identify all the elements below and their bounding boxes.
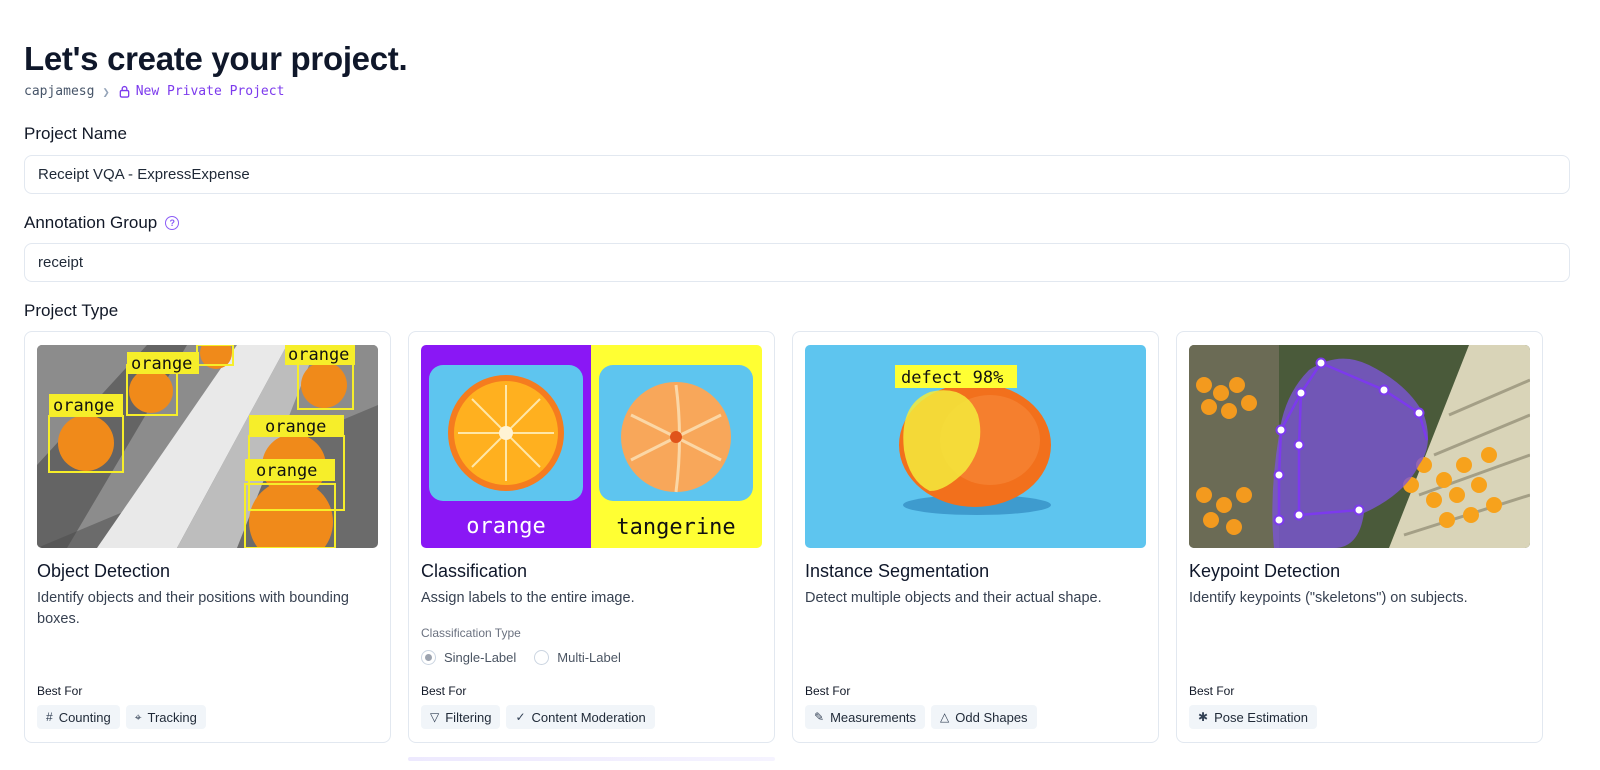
box-label: orange <box>265 417 326 437</box>
annotation-group-input[interactable] <box>24 243 1570 282</box>
card-object-detection[interactable]: orange orange orange orange orange Objec… <box>24 331 391 743</box>
chevron-right-icon: ❯ <box>102 84 110 99</box>
person-running-icon: ✱ <box>1198 710 1209 724</box>
lock-icon <box>119 85 130 98</box>
best-for-label: Best For <box>37 684 83 698</box>
tracking-icon: ⌖ <box>134 709 142 724</box>
tag-list: ▽ Filtering ✓ Content Moderation <box>421 705 655 729</box>
box-label: orange <box>131 354 192 374</box>
box-label: orange <box>53 396 114 416</box>
project-name-input[interactable] <box>24 155 1570 194</box>
breadcrumb-owner[interactable]: capjamesg <box>24 84 94 99</box>
tag-odd-shapes: △ Odd Shapes <box>931 705 1037 729</box>
card-description: Detect multiple objects and their actual… <box>805 590 1102 606</box>
tag-tracking: ⌖ Tracking <box>125 705 206 729</box>
box-label: orange <box>288 345 349 365</box>
best-for-label: Best For <box>1189 684 1235 698</box>
object-detection-image: orange orange orange orange orange <box>37 345 378 548</box>
project-type-label: Project Type <box>24 301 119 320</box>
classification-type-label: Classification Type <box>421 626 521 640</box>
breadcrumb-project: New Private Project <box>118 84 285 99</box>
tag-label: Odd Shapes <box>955 709 1028 725</box>
tag-content-moderation: ✓ Content Moderation <box>506 705 655 729</box>
tag-label: Measurements <box>830 709 917 725</box>
help-icon[interactable]: ? <box>165 216 180 230</box>
project-name-label: Project Name <box>24 124 127 143</box>
classification-type-radio-group: Single-Label Multi-Label <box>421 650 621 665</box>
radio-multi-label[interactable]: Multi-Label <box>534 650 621 665</box>
breadcrumb-project-label: New Private Project <box>135 84 285 99</box>
tag-pose-estimation: ✱ Pose Estimation <box>1189 705 1317 729</box>
radio-circle[interactable] <box>421 650 436 665</box>
check-icon: ✓ <box>515 710 526 724</box>
card-keypoint-detection[interactable]: Keypoint Detection Identify keypoints ("… <box>1176 331 1543 743</box>
radio-single-label[interactable]: Single-Label <box>421 650 516 665</box>
box-label: orange <box>256 461 317 481</box>
hash-icon: # <box>46 710 53 724</box>
card-classification[interactable]: orange tangerine Classification Assign l… <box>408 331 775 743</box>
card-description: Identify objects and their positions wit… <box>37 590 349 627</box>
filter-icon: ▽ <box>430 710 440 724</box>
classification-image: orange tangerine <box>421 345 762 548</box>
radio-label: Single-Label <box>444 650 517 665</box>
tag-list: # Counting ⌖ Tracking <box>37 705 206 729</box>
ruler-icon: ✎ <box>814 710 825 724</box>
card-title: Keypoint Detection <box>1189 561 1341 581</box>
tag-counting: # Counting <box>37 705 120 729</box>
class-label-tangerine: tangerine <box>616 515 735 540</box>
class-label-orange: orange <box>466 514 545 539</box>
card-title: Classification <box>421 561 528 581</box>
shapes-icon: △ <box>940 710 950 724</box>
instance-segmentation-image: defect 98% <box>805 345 1146 548</box>
radio-circle[interactable] <box>534 650 550 665</box>
best-for-label: Best For <box>805 684 851 698</box>
tag-list: ✱ Pose Estimation <box>1189 705 1317 729</box>
annotation-group-label: Annotation Group <box>24 213 158 232</box>
tag-filtering: ▽ Filtering <box>421 705 501 729</box>
tag-label: Filtering <box>445 709 492 725</box>
keypoint-detection-image <box>1189 345 1530 548</box>
breadcrumb: capjamesg ❯ New Private Project <box>24 84 284 99</box>
tag-label: Content Moderation <box>531 709 646 725</box>
card-title: Object Detection <box>37 561 171 581</box>
scroll-hint <box>408 757 775 761</box>
project-type-cards: orange orange orange orange orange Objec… <box>24 331 1543 743</box>
tag-measurements: ✎ Measurements <box>805 705 926 729</box>
page-title: Let's create your project. <box>24 40 408 77</box>
radio-label: Multi-Label <box>557 650 621 665</box>
segmentation-label: defect 98% <box>901 368 1003 388</box>
card-instance-segmentation[interactable]: defect 98% Instance Segmentation Detect … <box>792 331 1159 743</box>
card-description: Identify keypoints ("skeletons") on subj… <box>1189 590 1468 606</box>
card-title: Instance Segmentation <box>805 561 990 581</box>
tag-label: Pose Estimation <box>1214 709 1308 725</box>
tag-label: Counting <box>58 709 111 725</box>
tag-label: Tracking <box>147 709 197 725</box>
tag-list: ✎ Measurements △ Odd Shapes <box>805 705 1037 729</box>
card-description: Assign labels to the entire image. <box>421 590 635 606</box>
best-for-label: Best For <box>421 684 467 698</box>
annotation-group-label-row: Annotation Group ? <box>24 213 180 233</box>
